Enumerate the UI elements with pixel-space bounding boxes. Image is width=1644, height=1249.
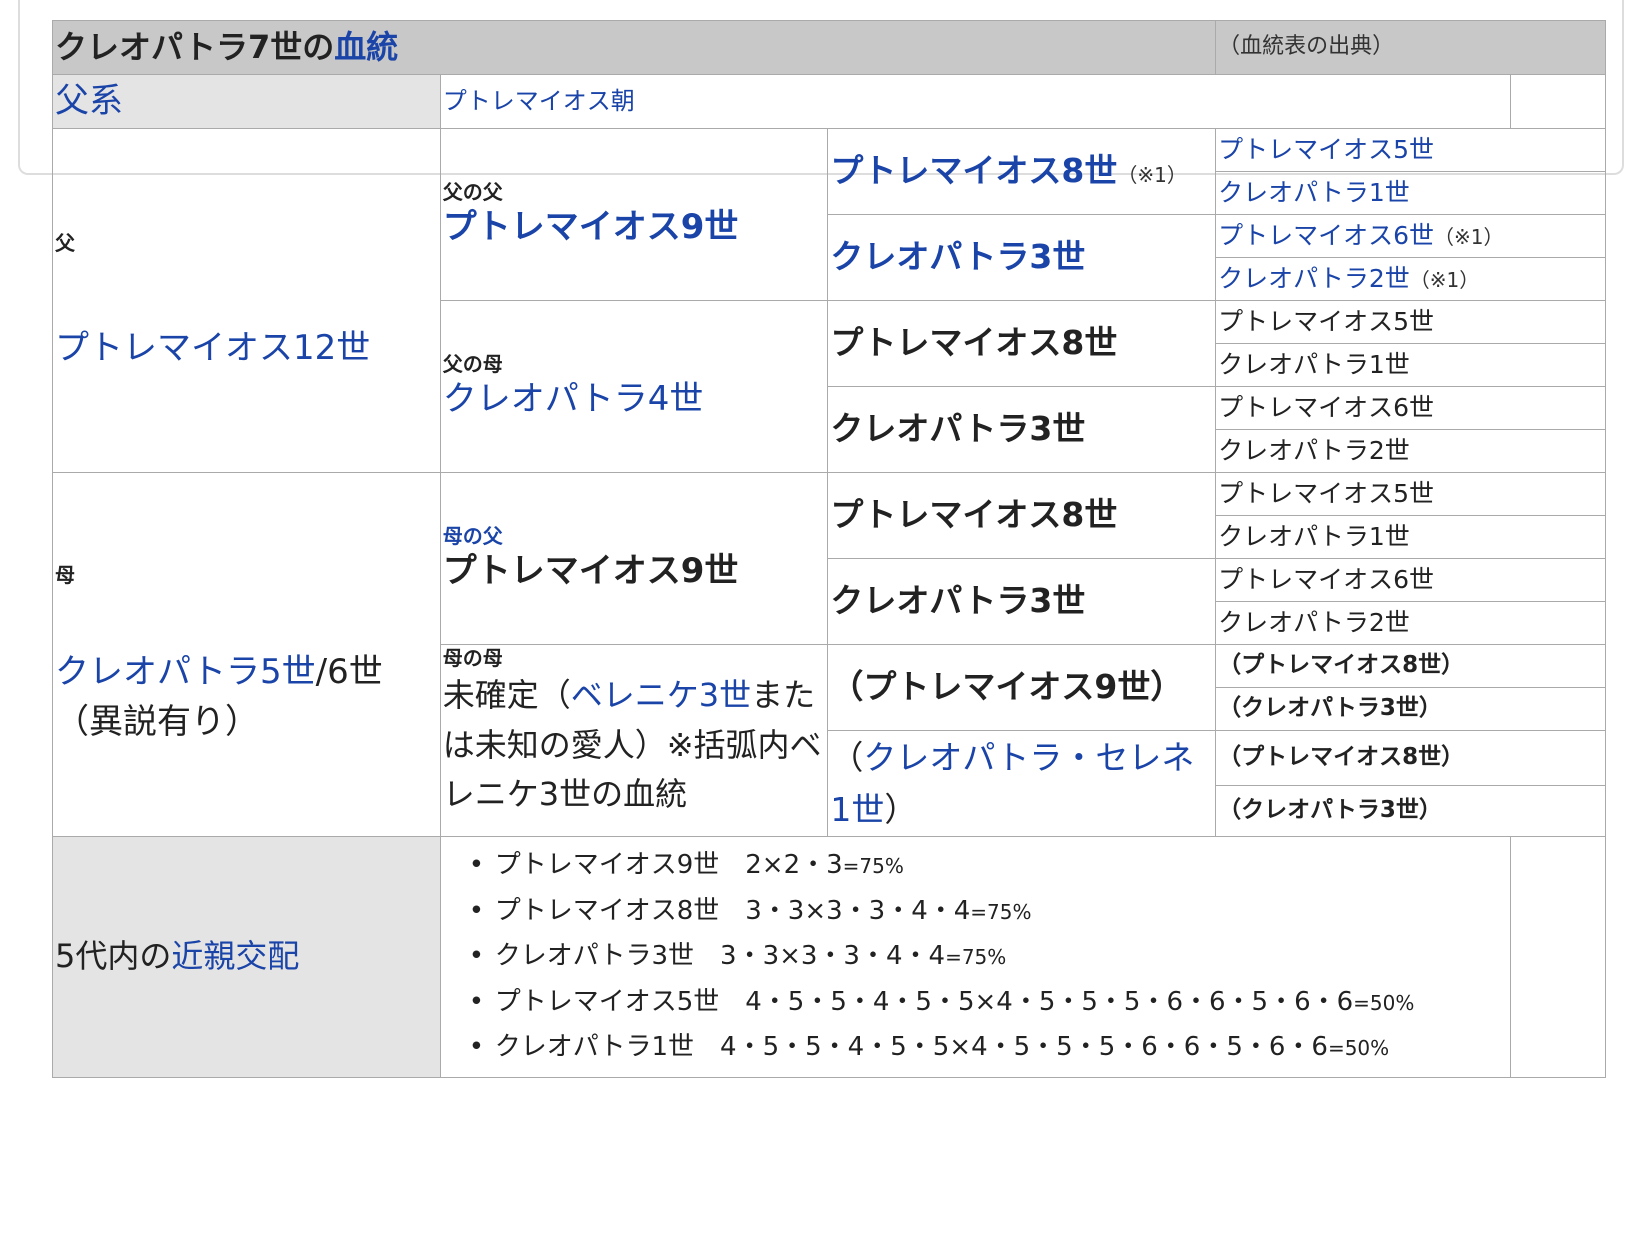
mf-g4-1: プトレマイオス5世	[1218, 478, 1435, 508]
ff-g4-4-link[interactable]: クレオパトラ2世	[1218, 264, 1410, 293]
ff-g3a-cell: プトレマイオス8世（※1）	[827, 128, 1217, 215]
inbreeding-label: 5代内の	[55, 936, 172, 975]
mf-g3b: クレオパトラ3世	[830, 581, 1086, 621]
ff-g3a-link[interactable]: プトレマイオス8世	[830, 151, 1117, 190]
father-label: 父	[55, 231, 75, 256]
mother-label: 母	[55, 563, 75, 588]
mm-g4-2: （クレオパトラ3世）	[1218, 695, 1442, 722]
mf-g3a: プトレマイオス8世	[830, 495, 1118, 535]
fm-g4-1: プトレマイオス5世	[1218, 306, 1435, 336]
mf-label-link[interactable]: 母の父	[443, 524, 503, 548]
mm-g3b-close: ）	[884, 789, 918, 829]
pedigree-row: 母 クレオパトラ5世/6世 （異説有り） 母の父 プトレマイオス9世 プトレマイ…	[52, 472, 1606, 837]
footnote-mark: （※1）	[1409, 267, 1480, 292]
fm-g3a: プトレマイオス8世	[830, 323, 1118, 363]
mm-g3a: （プトレマイオス9世）	[830, 667, 1184, 707]
bloodline-link[interactable]: 血統	[334, 28, 398, 66]
ff-g4-1-link[interactable]: プトレマイオス5世	[1218, 135, 1434, 164]
ff-g3b-link[interactable]: クレオパトラ3世	[830, 237, 1085, 276]
ff-link[interactable]: プトレマイオス9世	[443, 207, 739, 247]
mother-suffix: /6世	[315, 652, 383, 693]
mf-cell: 母の父 プトレマイオス9世	[439, 472, 829, 645]
ff-cell: 父の父 プトレマイオス9世	[439, 128, 829, 301]
fm-g3b: クレオパトラ3世	[830, 409, 1086, 449]
inbreeding-row: 5代内の近親交配 プトレマイオス9世 2×2・3=75% プトレマイオス8世 3…	[52, 836, 1606, 1078]
father-cell: 父 プトレマイオス12世	[52, 128, 441, 473]
patriline-label-link[interactable]: 父系	[55, 81, 123, 121]
mm-g3b-open: （	[830, 738, 864, 778]
mm-g4-3: （プトレマイオス8世）	[1218, 744, 1465, 771]
patriline-value-link[interactable]: プトレマイオス朝	[443, 87, 635, 115]
mother-link[interactable]: クレオパトラ5世	[55, 652, 316, 692]
patriline-row: 父系 プトレマイオス朝	[52, 74, 1606, 129]
fm-link[interactable]: クレオパトラ4世	[443, 379, 704, 419]
inbreeding-label-cell: 5代内の近親交配	[52, 836, 441, 1078]
fm-g4-4: クレオパトラ2世	[1218, 435, 1410, 465]
ff-g4-3-link[interactable]: プトレマイオス6世	[1218, 221, 1434, 250]
table-title: クレオパトラ7世の血統	[51, 20, 1217, 75]
fm-g4-2: クレオパトラ1世	[1218, 349, 1410, 379]
inbreeding-link[interactable]: 近親交配	[171, 937, 299, 975]
footnote-mark: （※1）	[1117, 163, 1187, 188]
mm-g4-1: （プトレマイオス8世）	[1218, 652, 1465, 679]
fm-label: 父の母	[442, 352, 503, 377]
mm-text: 未確定（	[442, 676, 571, 714]
list-item: プトレマイオス8世 3・3×3・3・4・4=75%	[469, 889, 1508, 935]
berenice-link[interactable]: ベレニケ3世	[571, 676, 751, 714]
source-note[interactable]: （血統表の出典）	[1218, 34, 1394, 59]
footnote-mark: （※1）	[1434, 224, 1504, 249]
mf-g4-4: クレオパトラ2世	[1218, 607, 1410, 637]
fm-cell: 父の母 クレオパトラ4世	[439, 300, 829, 473]
list-item: プトレマイオス9世 2×2・3=75%	[469, 843, 1508, 889]
list-item: クレオパトラ1世 4・5・5・4・5・5×4・5・5・5・6・6・5・6・6=5…	[469, 1025, 1508, 1071]
list-item: プトレマイオス5世 4・5・5・4・5・5×4・5・5・5・6・6・5・6・6=…	[469, 980, 1508, 1026]
source-cell: （血統表の出典）	[1215, 20, 1606, 75]
list-item: クレオパトラ3世 3・3×3・3・4・4=75%	[469, 934, 1508, 980]
father-link[interactable]: プトレマイオス12世	[55, 328, 370, 368]
mf-g4-2: クレオパトラ1世	[1218, 521, 1410, 551]
inbreeding-list: プトレマイオス9世 2×2・3=75% プトレマイオス8世 3・3×3・3・4・…	[443, 843, 1508, 1071]
ff-g4-2-link[interactable]: クレオパトラ1世	[1218, 178, 1410, 207]
mf-name: プトレマイオス9世	[442, 551, 739, 592]
mm-cell: 母の母 未確定（ベレニケ3世または未知の愛人）※括弧内ベレニケ3世の血統	[439, 644, 829, 837]
mother-note: （異説有り）	[55, 701, 259, 742]
inbreeding-list-cell: プトレマイオス9世 2×2・3=75% プトレマイオス8世 3・3×3・3・4・…	[439, 836, 1512, 1078]
ff-label: 父の父	[442, 180, 503, 205]
mf-g4-3: プトレマイオス6世	[1218, 564, 1435, 594]
mm-label: 母の母	[442, 646, 503, 670]
ff-g3b-cell: クレオパトラ3世	[827, 214, 1217, 301]
pedigree-table: クレオパトラ7世の血統 （血統表の出典） 父系 プトレマイオス朝 父 プトレマイ…	[51, 20, 1606, 1078]
title-row: クレオパトラ7世の血統 （血統表の出典）	[51, 20, 1606, 75]
fm-g4-3: プトレマイオス6世	[1218, 392, 1435, 422]
mother-cell: 母 クレオパトラ5世/6世 （異説有り）	[52, 472, 441, 837]
mm-g4-4: （クレオパトラ3世）	[1218, 797, 1442, 824]
pedigree-row: 父 プトレマイオス12世 父の父 プトレマイオス9世 プトレマイオス8世（※1）…	[52, 128, 1606, 473]
title-text: クレオパトラ7世の	[55, 27, 335, 66]
